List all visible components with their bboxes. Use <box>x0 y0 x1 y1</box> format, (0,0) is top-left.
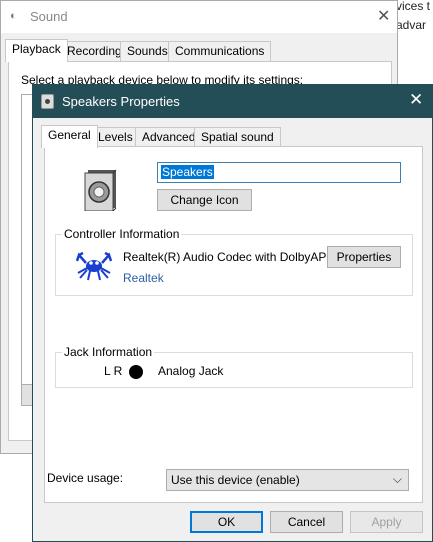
tab-spatial-sound[interactable]: Spatial sound <box>194 127 281 147</box>
sound-window-title: Sound <box>30 9 68 24</box>
device-name-value: Speakers <box>161 165 214 179</box>
apply-button[interactable]: Apply <box>350 511 423 533</box>
tab-advanced[interactable]: Advanced <box>135 127 203 147</box>
sound-close-icon[interactable]: ✕ <box>377 6 390 26</box>
speaker-device-icon <box>84 169 117 211</box>
speakers-properties-dialog: Speakers Properties ✕ General Levels Adv… <box>32 84 433 542</box>
controller-name: Realtek(R) Audio Codec with DolbyAPO <box>123 250 336 264</box>
sound-titlebar: ◐ Sound ✕ <box>1 1 397 33</box>
chevron-down-icon: ⌵ <box>392 472 402 486</box>
tab-levels[interactable]: Levels <box>91 127 140 147</box>
tab-communications[interactable]: Communications <box>168 41 272 61</box>
dialog-titlebar: Speakers Properties ✕ <box>33 85 432 118</box>
device-name-input[interactable]: Speakers <box>157 162 401 183</box>
realtek-crab-icon <box>76 251 112 281</box>
controller-information-legend: Controller Information <box>62 227 182 241</box>
change-icon-button[interactable]: Change Icon <box>157 189 252 211</box>
jack-information-legend: Jack Information <box>62 345 155 359</box>
device-usage-value: Use this device (enable) <box>171 473 300 487</box>
dialog-title: Speakers Properties <box>62 94 180 109</box>
tab-recording[interactable]: Recording <box>60 41 129 61</box>
jack-type: Analog Jack <box>158 364 224 378</box>
background-partial-text-2: advar <box>396 18 427 32</box>
speaker-properties-icon <box>41 94 54 109</box>
cancel-button[interactable]: Cancel <box>270 511 343 533</box>
controller-properties-button[interactable]: Properties <box>327 246 401 268</box>
tab-general[interactable]: General <box>41 125 98 148</box>
dialog-close-icon[interactable]: ✕ <box>409 90 423 110</box>
background-partial-text-1: vices t <box>396 0 431 13</box>
device-usage-select[interactable]: Use this device (enable) ⌵ <box>166 469 409 491</box>
controller-information-group: Controller Information Realtek(R) Audio … <box>55 227 413 296</box>
general-panel: Speakers Change Icon Controller Informat… <box>44 146 423 503</box>
ok-button[interactable]: OK <box>190 511 263 533</box>
device-usage-label: Device usage: <box>47 471 124 485</box>
speaker-icon: ◐ <box>10 10 17 22</box>
tab-playback[interactable]: Playback <box>5 39 68 62</box>
jack-information-group: Jack Information L R Analog Jack <box>55 345 413 388</box>
tab-sounds[interactable]: Sounds <box>120 41 175 61</box>
realtek-link[interactable]: Realtek <box>123 271 164 285</box>
jack-channels: L R <box>104 364 123 378</box>
dialog-tabs: General Levels Advanced Spatial sound <box>41 125 431 148</box>
jack-dot-icon <box>129 365 143 379</box>
